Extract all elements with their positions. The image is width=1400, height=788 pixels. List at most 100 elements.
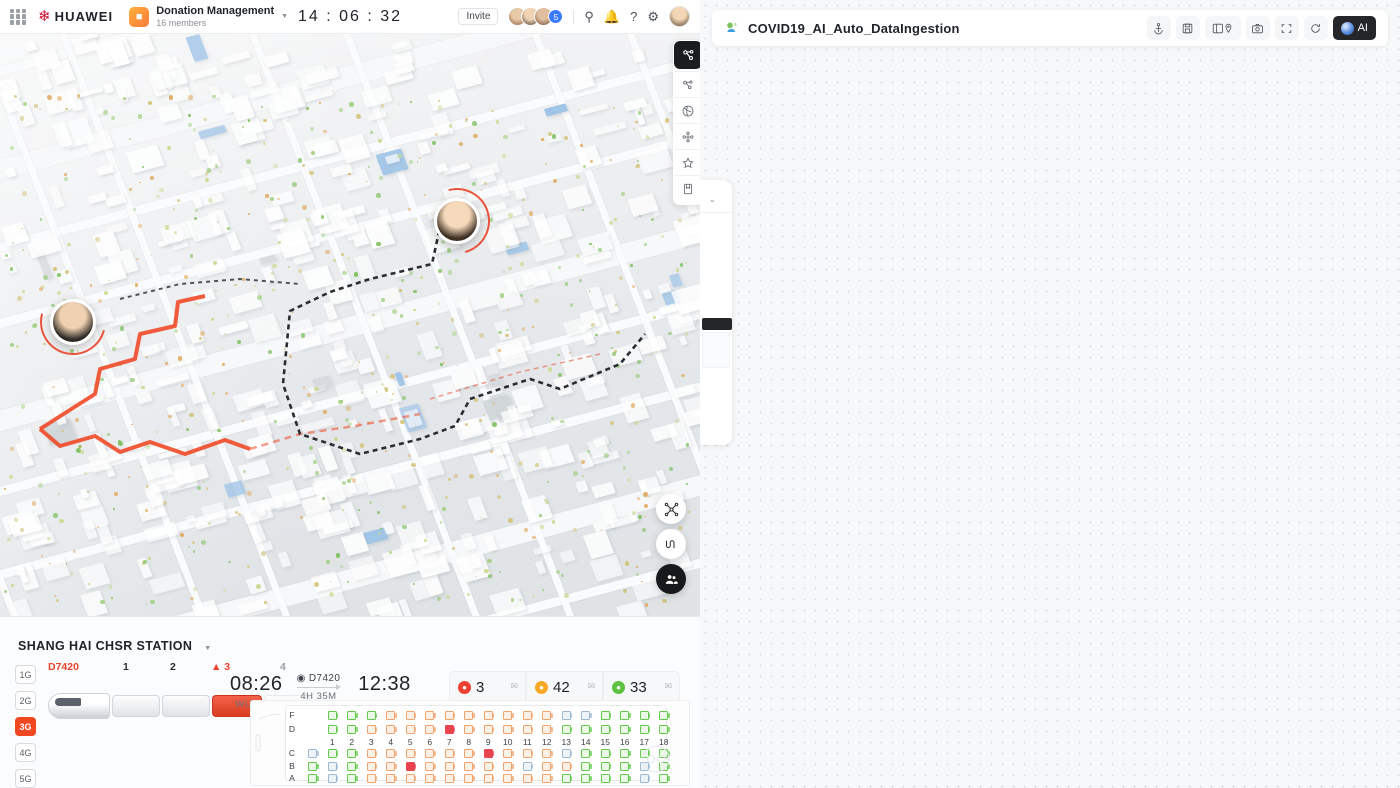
- envelope-icon[interactable]: ✉: [664, 681, 672, 692]
- seat-green[interactable]: [342, 711, 362, 720]
- seat-orange[interactable]: [518, 725, 538, 734]
- canvas-left-panel[interactable]: ⌄: [700, 180, 732, 445]
- seat-green[interactable]: [654, 711, 674, 720]
- seat-green[interactable]: [576, 774, 596, 783]
- seat-red[interactable]: [479, 749, 499, 758]
- seat-orange[interactable]: [401, 749, 421, 758]
- carriage-button-1g[interactable]: 1G: [15, 665, 36, 684]
- camera-icon[interactable]: [1246, 16, 1270, 40]
- star-icon[interactable]: [674, 149, 700, 175]
- seat-orange[interactable]: [381, 711, 401, 720]
- envelope-icon[interactable]: ✉: [587, 681, 595, 692]
- seat-orange[interactable]: [479, 725, 499, 734]
- seat-blue[interactable]: [557, 711, 577, 720]
- seat-orange[interactable]: [537, 749, 557, 758]
- seat-green[interactable]: [596, 711, 616, 720]
- seat-blue[interactable]: [323, 774, 343, 783]
- seat-green[interactable]: [576, 749, 596, 758]
- seat-orange[interactable]: [459, 762, 479, 771]
- seat-green[interactable]: [303, 762, 323, 771]
- seat-orange[interactable]: [479, 711, 499, 720]
- seat-green[interactable]: [323, 711, 343, 720]
- seat-green[interactable]: [596, 725, 616, 734]
- seat-orange[interactable]: [537, 762, 557, 771]
- envelope-icon[interactable]: ✉: [510, 681, 518, 692]
- seat-green[interactable]: [576, 725, 596, 734]
- project-info[interactable]: Donation Management 16 members: [156, 5, 274, 28]
- seat-orange[interactable]: [459, 725, 479, 734]
- seat-orange[interactable]: [440, 762, 460, 771]
- seat-green[interactable]: [303, 774, 323, 783]
- seat-orange[interactable]: [362, 774, 382, 783]
- seat-green[interactable]: [615, 725, 635, 734]
- seat-green[interactable]: [654, 762, 674, 771]
- train-car[interactable]: [162, 695, 210, 717]
- panel-pin-icon[interactable]: [1205, 16, 1241, 40]
- seat-green[interactable]: [596, 762, 616, 771]
- seat-orange[interactable]: [479, 774, 499, 783]
- seat-green[interactable]: [635, 725, 655, 734]
- user-avatar[interactable]: [669, 6, 690, 27]
- carriage-button-4g[interactable]: 4G: [15, 743, 36, 762]
- seat-orange[interactable]: [459, 711, 479, 720]
- seat-green[interactable]: [342, 762, 362, 771]
- seat-green[interactable]: [654, 774, 674, 783]
- seat-green[interactable]: [596, 774, 616, 783]
- seat-green[interactable]: [342, 774, 362, 783]
- seat-orange[interactable]: [381, 749, 401, 758]
- flow-canvas[interactable]: COVID19_AI_Auto_DataIngestion: [700, 0, 1400, 788]
- seat-orange[interactable]: [420, 749, 440, 758]
- fullscreen-icon[interactable]: [1275, 16, 1299, 40]
- seat-orange[interactable]: [537, 725, 557, 734]
- help-icon[interactable]: ?: [630, 10, 637, 23]
- flap-selected-item[interactable]: [702, 318, 732, 330]
- save-disk-icon[interactable]: [1176, 16, 1200, 40]
- seat-orange[interactable]: [498, 711, 518, 720]
- seat-green[interactable]: [323, 725, 343, 734]
- seat-blue[interactable]: [518, 762, 538, 771]
- locomotive[interactable]: [48, 693, 110, 719]
- grid-apps-icon[interactable]: [10, 9, 26, 25]
- seat-orange[interactable]: [440, 749, 460, 758]
- seat-green[interactable]: [654, 725, 674, 734]
- seat-orange[interactable]: [498, 762, 518, 771]
- invite-button[interactable]: Invite: [458, 8, 498, 25]
- chevron-down-icon[interactable]: ▼: [281, 13, 288, 20]
- carriage-button-2g[interactable]: 2G: [15, 691, 36, 710]
- chevron-down-icon[interactable]: ⌄: [709, 195, 716, 204]
- anchor-icon[interactable]: [1147, 16, 1171, 40]
- seat-orange[interactable]: [440, 711, 460, 720]
- seat-orange[interactable]: [518, 749, 538, 758]
- seat-blue[interactable]: [635, 762, 655, 771]
- seat-green[interactable]: [615, 711, 635, 720]
- seat-orange[interactable]: [401, 711, 421, 720]
- seat-map[interactable]: FDCBA123456789101112131415161718: [250, 700, 690, 786]
- share-nodes-icon[interactable]: [674, 71, 700, 97]
- seat-orange[interactable]: [440, 774, 460, 783]
- seat-green[interactable]: [596, 749, 616, 758]
- seat-orange[interactable]: [420, 774, 440, 783]
- seat-orange[interactable]: [557, 762, 577, 771]
- route-wave-icon[interactable]: [656, 529, 686, 559]
- seat-orange[interactable]: [381, 774, 401, 783]
- expand-paths-icon[interactable]: [656, 494, 686, 524]
- seat-orange[interactable]: [518, 711, 538, 720]
- seat-blue[interactable]: [323, 762, 343, 771]
- ai-button[interactable]: AI: [1333, 16, 1376, 40]
- seat-green[interactable]: [576, 762, 596, 771]
- seat-red[interactable]: [440, 725, 460, 734]
- bookmark-icon[interactable]: [674, 175, 700, 201]
- seat-orange[interactable]: [420, 762, 440, 771]
- seat-orange[interactable]: [362, 749, 382, 758]
- seat-blue[interactable]: [557, 749, 577, 758]
- refresh-icon[interactable]: [1304, 16, 1328, 40]
- seat-green[interactable]: [615, 774, 635, 783]
- seat-orange[interactable]: [459, 774, 479, 783]
- train-car[interactable]: [112, 695, 160, 717]
- gear-icon[interactable]: ⚙: [647, 10, 659, 23]
- carriage-button-5g[interactable]: 5G: [15, 769, 36, 788]
- seat-green[interactable]: [654, 749, 674, 758]
- seat-orange[interactable]: [401, 774, 421, 783]
- seat-orange[interactable]: [498, 725, 518, 734]
- seat-orange[interactable]: [420, 711, 440, 720]
